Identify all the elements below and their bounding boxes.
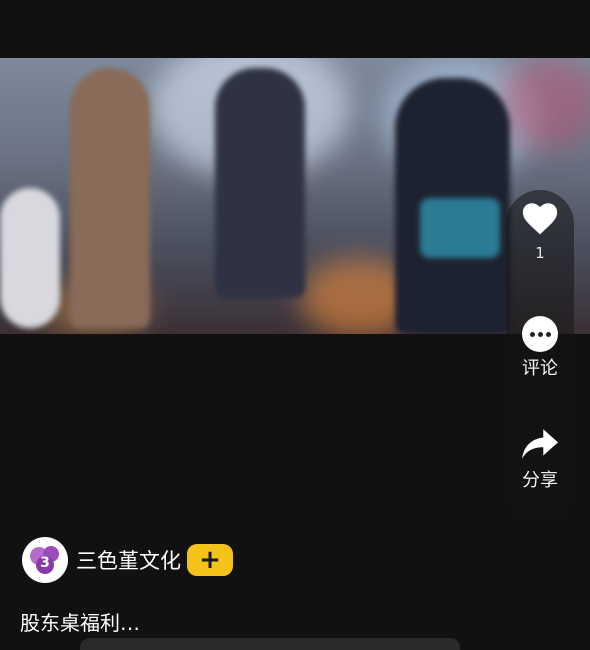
bottom-panel-edge <box>80 638 460 650</box>
plus-icon: + <box>199 545 221 575</box>
stage-light <box>500 58 590 148</box>
share-button[interactable]: 分享 <box>506 426 574 492</box>
video-player[interactable] <box>0 58 590 334</box>
person-figure <box>215 68 305 298</box>
author-name[interactable]: 三色堇文化 <box>76 545 181 575</box>
comment-button[interactable]: 评论 <box>506 316 574 380</box>
like-count: 1 <box>535 244 545 262</box>
share-icon <box>522 429 558 459</box>
comment-label: 评论 <box>522 358 558 379</box>
author-logo-icon: 3 <box>30 546 59 574</box>
avatar-mark: 3 <box>40 555 50 571</box>
person-figure <box>0 188 60 328</box>
video-caption[interactable]: 股东桌福利… <box>20 607 140 636</box>
video-feed-screen: 1 评论 分享 3 三色堇文化 + 股东桌福利… <box>0 0 590 650</box>
heart-icon <box>522 203 558 235</box>
person-figure <box>70 68 150 328</box>
like-button[interactable]: 1 <box>506 200 574 262</box>
person-figure <box>420 198 500 258</box>
follow-button[interactable]: + <box>187 544 233 576</box>
author-row: 3 三色堇文化 + <box>22 536 233 584</box>
author-avatar[interactable]: 3 <box>22 537 68 583</box>
share-label: 分享 <box>522 470 558 491</box>
comment-icon <box>522 316 558 352</box>
